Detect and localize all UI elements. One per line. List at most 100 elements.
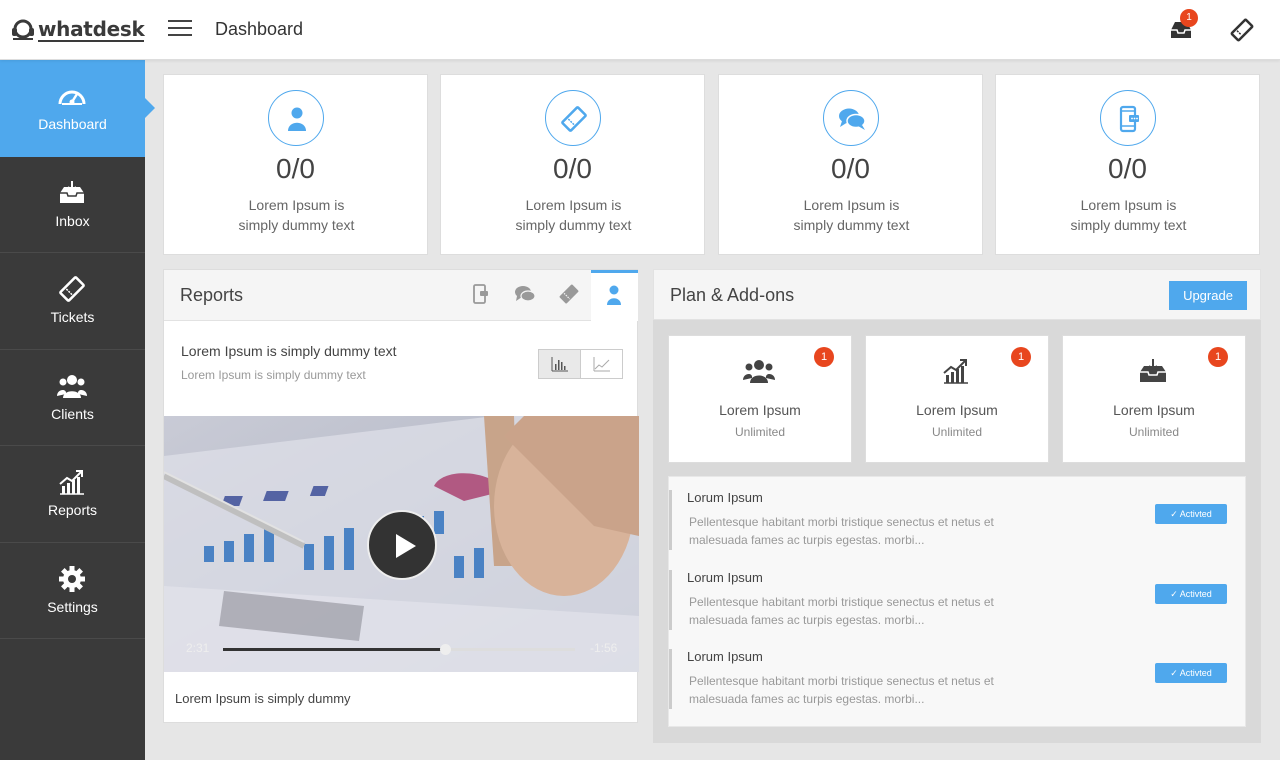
mobile-icon bbox=[1119, 105, 1139, 133]
sidebar-item-inbox[interactable]: Inbox bbox=[0, 157, 145, 253]
report-sub-text: Lorem Ipsum is simply dummy text bbox=[181, 368, 366, 382]
top-bar: whatdesk Dashboard 1 bbox=[0, 0, 1280, 60]
list-item-description: Pellentesque habitant morbi tristique se… bbox=[689, 595, 994, 627]
video-progress-bar[interactable] bbox=[223, 644, 575, 655]
tab-tickets[interactable] bbox=[558, 280, 582, 310]
video-player[interactable]: 2:31 -1:56 bbox=[164, 416, 639, 672]
tab-chats[interactable] bbox=[514, 280, 538, 310]
chat-icon bbox=[515, 286, 536, 302]
stat-desc-line: simply dummy text bbox=[238, 217, 355, 233]
check-icon: ✓ bbox=[1170, 589, 1180, 599]
hamburger-line bbox=[168, 34, 192, 36]
plan-header: Plan & Add-ons Upgrade bbox=[653, 269, 1261, 320]
ticket-button[interactable] bbox=[1228, 16, 1256, 44]
stat-value: 0/0 bbox=[276, 153, 315, 184]
hamburger-line bbox=[168, 27, 192, 29]
inbox-icon bbox=[60, 180, 84, 203]
addon-value: Unlimited bbox=[734, 425, 785, 439]
chart-icon bbox=[59, 470, 84, 495]
play-icon bbox=[396, 534, 416, 558]
stat-icon-circle bbox=[1100, 90, 1156, 146]
stat-desc-line: Lorem Ipsum is bbox=[1080, 197, 1177, 213]
list-item-title: Lorum Ipsum bbox=[687, 649, 763, 664]
stat-description: Lorem Ipsum is simply dummy text bbox=[779, 195, 924, 235]
activated-badge[interactable]: ✓ Activted bbox=[1155, 663, 1227, 683]
video-scrub-handle[interactable] bbox=[439, 644, 451, 655]
check-icon: ✓ bbox=[1170, 509, 1180, 519]
list-item-description: Pellentesque habitant morbi tristique se… bbox=[689, 674, 994, 706]
speedometer-icon bbox=[58, 90, 86, 105]
users-icon bbox=[743, 360, 775, 383]
ticket-icon bbox=[561, 106, 587, 132]
stat-icon-circle bbox=[268, 90, 324, 146]
addon-card[interactable]: 1 Lorem Ipsum Unlimited bbox=[1062, 335, 1246, 463]
plan-title: Plan & Add-ons bbox=[670, 285, 795, 305]
sidebar-item-label: Inbox bbox=[55, 212, 90, 229]
addon-badge: 1 bbox=[1011, 347, 1031, 367]
stat-desc-line: Lorem Ipsum is bbox=[525, 197, 622, 213]
ticket-icon bbox=[559, 284, 579, 304]
logo-text: whatdesk bbox=[38, 17, 145, 42]
sidebar-item-settings[interactable]: Settings bbox=[0, 543, 145, 639]
ticket-icon bbox=[1230, 18, 1254, 42]
tab-users[interactable] bbox=[591, 270, 638, 321]
activated-label: Activted bbox=[1179, 509, 1212, 519]
line-chart-icon bbox=[593, 357, 610, 372]
sidebar-item-dashboard[interactable]: Dashboard bbox=[0, 60, 155, 157]
sidebar-item-label: Reports bbox=[47, 502, 98, 518]
list-item-title: Lorum Ipsum bbox=[687, 570, 763, 585]
video-progress-fill bbox=[223, 648, 445, 651]
report-main-text: Lorem Ipsum is simply dummy text bbox=[181, 343, 397, 359]
addon-value: Unlimited bbox=[1128, 425, 1179, 439]
user-icon bbox=[288, 107, 306, 131]
activated-label: Activted bbox=[1179, 668, 1212, 678]
bar-chart-toggle-button[interactable] bbox=[539, 350, 581, 378]
mobile-icon bbox=[473, 284, 488, 304]
addon-value: Unlimited bbox=[931, 425, 982, 439]
chart-type-toggle bbox=[538, 349, 623, 379]
line-chart-toggle-button[interactable] bbox=[581, 350, 623, 378]
menu-toggle-button[interactable] bbox=[168, 20, 192, 40]
addon-name: Lorem Ipsum bbox=[1113, 402, 1195, 418]
stat-description: Lorem Ipsum is simply dummy text bbox=[1056, 195, 1201, 235]
addon-name: Lorem Ipsum bbox=[916, 402, 998, 418]
sidebar-item-clients[interactable]: Clients bbox=[0, 350, 145, 446]
hamburger-line bbox=[168, 20, 192, 22]
inbox-icon bbox=[1140, 359, 1166, 382]
chart-icon bbox=[943, 359, 968, 384]
logo[interactable]: whatdesk bbox=[10, 16, 145, 44]
upgrade-button[interactable]: Upgrade bbox=[1169, 281, 1247, 310]
list-item: Lorum Ipsum Pellentesque habitant morbi … bbox=[669, 490, 1245, 550]
list-item-title: Lorum Ipsum bbox=[687, 490, 763, 505]
addon-list: Lorum Ipsum Pellentesque habitant morbi … bbox=[668, 476, 1246, 727]
addon-card[interactable]: 1 Lorem Ipsum Unlimited bbox=[668, 335, 852, 463]
addon-name: Lorem Ipsum bbox=[719, 402, 801, 418]
stat-card-chats: 0/0 Lorem Ipsum is simply dummy text bbox=[718, 74, 983, 255]
activated-badge[interactable]: ✓ Activted bbox=[1155, 584, 1227, 604]
activated-badge[interactable]: ✓ Activted bbox=[1155, 504, 1227, 524]
reports-title: Reports bbox=[180, 285, 244, 305]
plan-addons-panel: Plan & Add-ons Upgrade 1 Lorem Ipsum Unl… bbox=[653, 269, 1261, 743]
tab-mobile[interactable] bbox=[470, 280, 494, 310]
list-item-description: Pellentesque habitant morbi tristique se… bbox=[689, 515, 994, 547]
sidebar-item-label: Tickets bbox=[50, 309, 95, 325]
play-button[interactable] bbox=[367, 510, 437, 580]
headset-logo-icon bbox=[12, 19, 34, 40]
stat-desc-line: simply dummy text bbox=[515, 217, 632, 233]
video-time-remaining: -1:56 bbox=[590, 641, 618, 655]
sidebar-item-tickets[interactable]: Tickets bbox=[0, 253, 145, 350]
sidebar: Dashboard Inbox Tickets Clients Reports … bbox=[0, 60, 155, 760]
addon-badge: 1 bbox=[814, 347, 834, 367]
check-icon: ✓ bbox=[1170, 668, 1180, 678]
sidebar-item-label: Settings bbox=[47, 598, 98, 615]
sidebar-item-reports[interactable]: Reports bbox=[0, 446, 145, 543]
stat-desc-line: simply dummy text bbox=[793, 217, 910, 233]
sidebar-item-label: Clients bbox=[51, 405, 94, 422]
stat-description: Lorem Ipsum is simply dummy text bbox=[501, 195, 646, 235]
video-time-elapsed: 2:31 bbox=[186, 641, 210, 655]
stat-card-mobile: 0/0 Lorem Ipsum is simply dummy text bbox=[995, 74, 1260, 255]
addon-card[interactable]: 1 Lorem Ipsum Unlimited bbox=[865, 335, 1049, 463]
user-icon bbox=[607, 285, 621, 305]
stat-card-users: 0/0 Lorem Ipsum is simply dummy text bbox=[163, 74, 428, 255]
stat-description: Lorem Ipsum is simply dummy text bbox=[224, 195, 369, 235]
